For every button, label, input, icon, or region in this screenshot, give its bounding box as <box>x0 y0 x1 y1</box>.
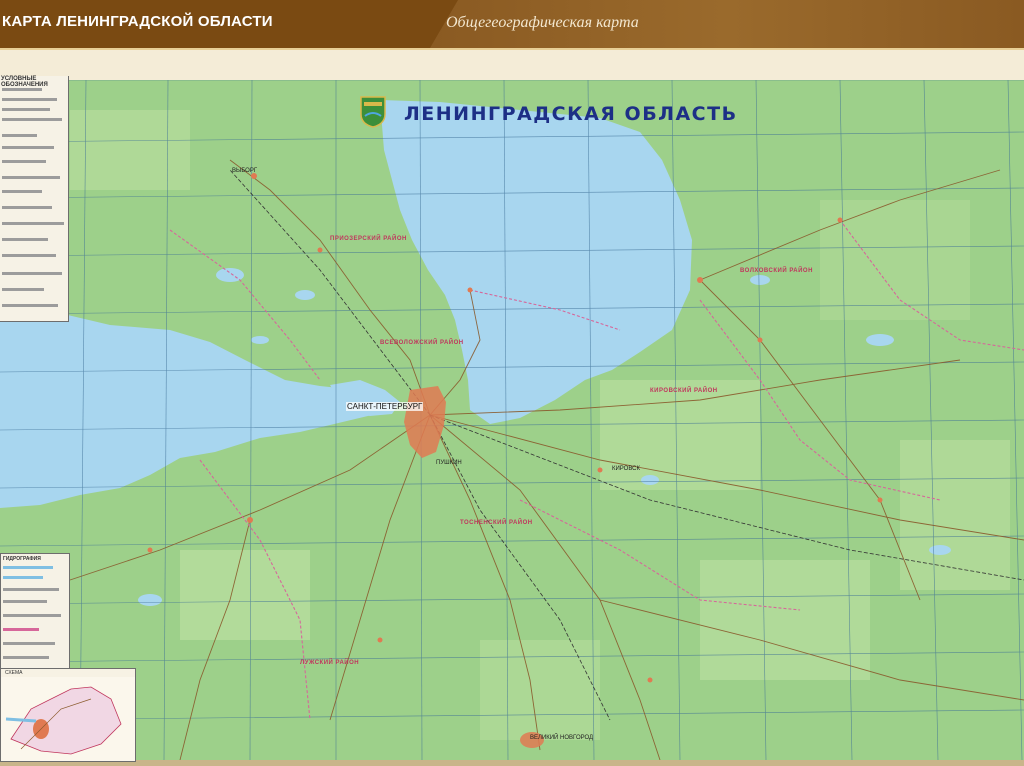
legend-row <box>2 134 37 137</box>
hydrography-legend: ГИДРОГРАФИЯ <box>0 553 70 670</box>
city-label: ПУШКИН <box>436 460 462 466</box>
district-label: ПРИОЗЕРСКИЙ РАЙОН <box>330 236 407 242</box>
coat-of-arms-icon <box>360 96 386 128</box>
legend-row <box>3 628 39 631</box>
legend-row <box>2 206 52 209</box>
page-title: КАРТА ЛЕНИНГРАДСКОЙ ОБЛАСТИ <box>2 13 273 30</box>
legend-row <box>2 98 57 101</box>
legend-row <box>3 642 55 645</box>
district-label: ТОСНЕНСКИЙ РАЙОН <box>460 520 533 526</box>
legend-row <box>2 108 50 111</box>
legend-panel: УСЛОВНЫЕ ОБОЗНАЧЕНИЯ <box>0 76 69 322</box>
inset-title: СХЕМА <box>5 670 23 676</box>
legend-row <box>2 160 46 163</box>
page-subtitle: Общегеографическая карта <box>446 14 639 31</box>
district-label: ВСЕВОЛОЖСКИЙ РАЙОН <box>380 340 464 346</box>
legend-row <box>2 304 58 307</box>
legend-row <box>2 222 64 225</box>
spb-city-label: САНКТ-ПЕТЕРБУРГ <box>346 402 424 411</box>
legend-row <box>3 588 59 591</box>
map-canvas[interactable] <box>0 80 1024 760</box>
legend-row <box>2 190 42 193</box>
legend2-title: ГИДРОГРАФИЯ <box>3 556 41 562</box>
city-label: КИРОВСК <box>612 466 640 472</box>
legend-row <box>3 576 43 579</box>
legend-row <box>3 614 61 617</box>
district-label: КИРОВСКИЙ РАЙОН <box>650 388 718 394</box>
legend-row <box>3 566 53 569</box>
legend-row <box>2 88 42 91</box>
map-title: ЛЕНИНГРАДСКАЯ ОБЛАСТЬ <box>404 103 738 125</box>
district-label: ВОЛХОВСКИЙ РАЙОН <box>740 268 813 274</box>
legend-row <box>3 600 47 603</box>
inset-map[interactable]: СХЕМА <box>0 668 136 762</box>
inset-map-drawing <box>1 677 135 761</box>
legend-row <box>2 288 44 291</box>
city-label: ВЫБОРГ <box>232 168 258 174</box>
legend-row <box>2 146 54 149</box>
legend-row <box>2 118 62 121</box>
legend-row <box>2 238 48 241</box>
legend-row <box>2 272 62 275</box>
legend-row <box>2 176 60 179</box>
city-label: ВЕЛИКИЙ НОВГОРОД <box>530 735 594 741</box>
header-bar: КАРТА ЛЕНИНГРАДСКОЙ ОБЛАСТИ Общегеографи… <box>0 0 1024 48</box>
legend-row <box>3 656 49 659</box>
district-label: ЛУЖСКИЙ РАЙОН <box>300 660 360 666</box>
legend-title: УСЛОВНЫЕ ОБОЗНАЧЕНИЯ <box>1 76 48 88</box>
legend-row <box>2 254 56 257</box>
